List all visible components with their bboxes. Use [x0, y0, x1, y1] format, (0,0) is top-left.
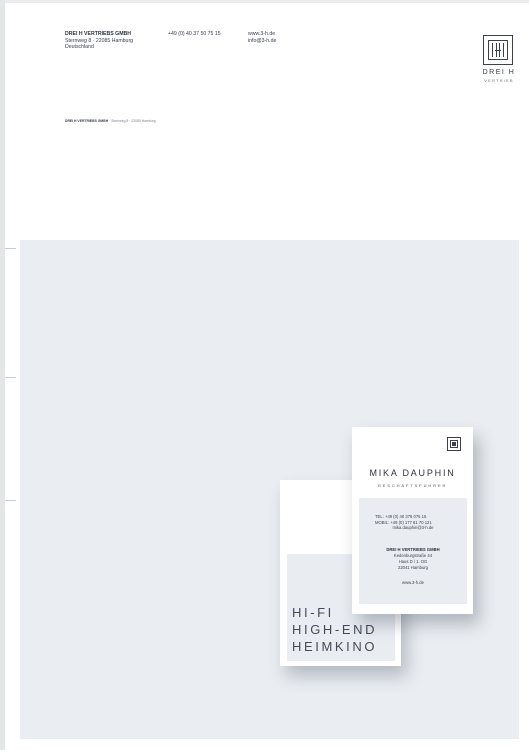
hole-mark — [5, 377, 16, 378]
company-web: www.3-h.de — [248, 31, 276, 37]
company-email: info@3-h.de — [248, 37, 277, 44]
drei-h-logo-icon — [483, 35, 513, 65]
sender-address: · Sternweg 8 · 22085 Hamburg — [108, 119, 156, 123]
slogan-line: HIGH-END — [292, 622, 378, 637]
contact-title: GESCHÄFTSFÜHRER — [377, 483, 448, 488]
contact-name: MIKA DAUPHIN — [369, 468, 456, 478]
contact-street: Kedenburgstraße 44 — [393, 553, 433, 558]
logo-name: DREI H — [482, 69, 516, 76]
sender-address-line: DREI H VERTRIEBS GMBH · Sternweg 8 · 220… — [65, 119, 156, 123]
contact-city: 22041 Hamburg — [397, 565, 429, 570]
logo-subtitle: VERTRIEB — [484, 78, 514, 83]
company-phone: +49 (0) 40 37 50 75 15 — [168, 31, 221, 37]
contact-phones: TEL: +49 (0) 40 375 075 15 MOBIL: +49 (0… — [375, 514, 432, 525]
contact-email: mika.dauphin@3-h.de — [392, 525, 434, 530]
company-phone-block: +49 (0) 40 37 50 75 15 — [168, 31, 221, 38]
contact-web: www.3-h.de — [402, 580, 424, 585]
company-street: Sternweg 8 · 22085 Hamburg — [65, 37, 134, 44]
contact-tel: TEL: +49 (0) 40 375 075 15 — [375, 514, 427, 519]
contact-building: Haus D / 1. OG — [398, 559, 428, 564]
business-card-front: MIKA DAUPHIN GESCHÄFTSFÜHRER TEL: +49 (0… — [352, 427, 473, 614]
sender-company: DREI H VERTRIEBS GMBH — [65, 119, 109, 123]
contact-company: DREI H VERTRIEBS GMBH — [386, 547, 440, 552]
card-logo-icon — [447, 437, 461, 451]
card-contact-info: TEL: +49 (0) 40 375 075 15 MOBIL: +49 (0… — [359, 498, 467, 604]
company-address-block: DREI H VERTRIEBS GMBH Sternweg 8 · 22085… — [65, 31, 133, 51]
company-country: Deutschland — [65, 44, 94, 51]
slogan-line: HEIMKINO — [292, 639, 378, 654]
company-contact-block: www.3-h.de info@3-h.de — [248, 31, 276, 44]
fold-mark — [5, 248, 16, 249]
company-name: DREI H VERTRIEBS GMBH — [65, 31, 132, 37]
fold-mark — [5, 500, 16, 501]
